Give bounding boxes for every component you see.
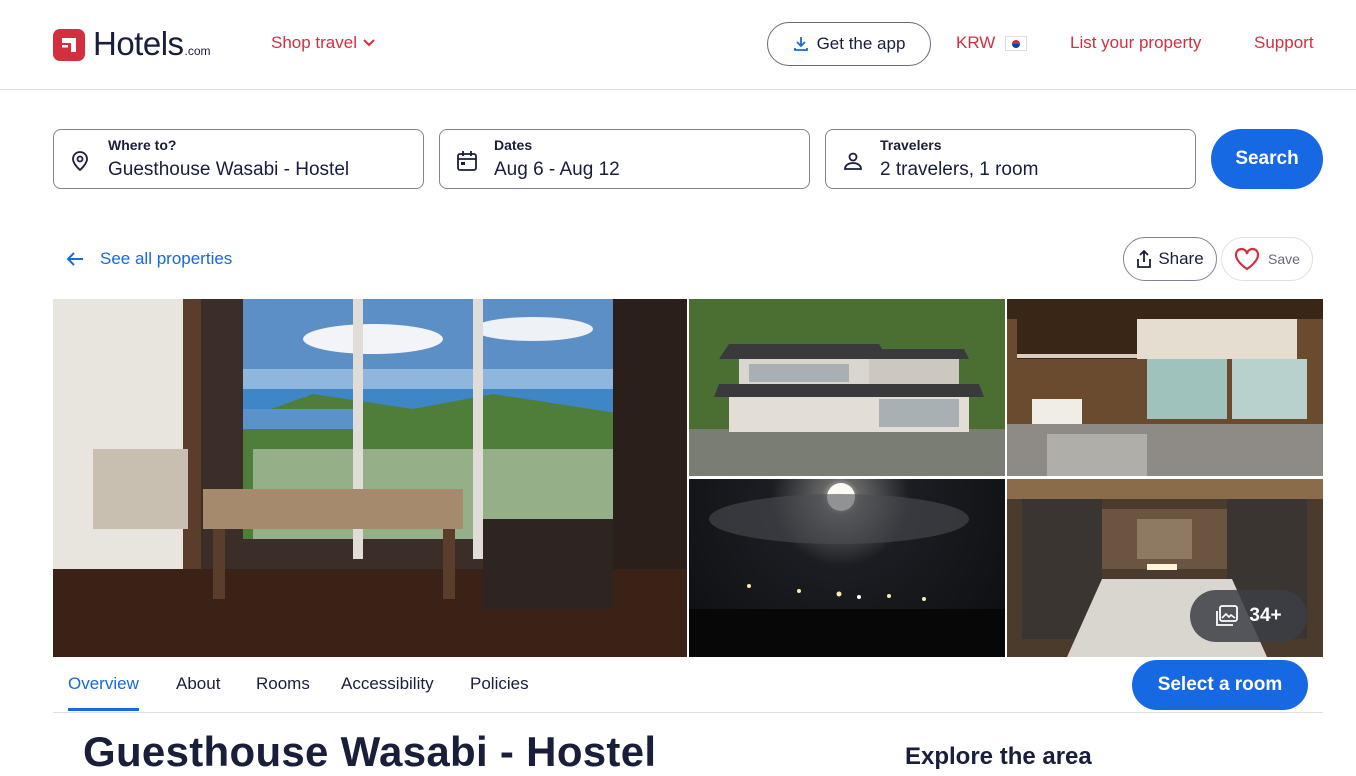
logo-text: Hotels [93,25,184,62]
map-pin-icon [72,151,88,172]
arrow-left-icon [66,252,83,266]
currency-selector[interactable]: KRW [956,33,1028,53]
property-title: Guesthouse Wasabi - Hostel [83,728,657,775]
photo-kitchen[interactable] [1007,299,1323,476]
share-label: Share [1158,249,1204,268]
select-a-room-button[interactable]: Select a room [1132,660,1308,710]
travelers-value: 2 travelers, 1 room [880,159,1039,180]
see-all-properties-label: See all properties [100,249,233,268]
list-your-property-link[interactable]: List your property [1070,33,1201,53]
shop-travel-label: Shop travel [271,33,357,52]
hotels-logo[interactable]: Hotels .com [53,27,211,61]
dates-label: Dates [494,137,533,153]
explore-area-heading: Explore the area [905,743,1092,770]
download-icon [793,37,808,51]
share-icon [1137,250,1152,268]
view-all-photos-button[interactable]: 34+ [1190,590,1307,642]
top-header: Hotels .com Shop travel Get the app KRW … [0,0,1356,90]
destination-field[interactable]: Where to? Guesthouse Wasabi - Hostel [53,129,424,189]
photo-night-view[interactable] [689,479,1005,657]
support-link[interactable]: Support [1254,33,1314,53]
currency-label: KRW [956,33,996,52]
tab-about[interactable]: About [176,674,220,708]
photo-house-exterior[interactable] [689,299,1005,476]
save-label: Save [1268,251,1300,267]
travelers-field[interactable]: Travelers 2 travelers, 1 room [825,129,1196,189]
get-the-app-label: Get the app [816,34,906,53]
person-icon [844,152,862,170]
save-button[interactable]: Save [1221,237,1313,281]
travelers-label: Travelers [880,137,942,153]
heart-icon [1234,247,1260,271]
see-all-properties-link[interactable]: See all properties [66,249,232,269]
chevron-down-icon [363,39,375,47]
dates-field[interactable]: Dates Aug 6 - Aug 12 [439,129,810,189]
korea-flag-icon [1005,35,1028,51]
share-button[interactable]: Share [1123,237,1217,281]
tab-accessibility[interactable]: Accessibility [341,674,434,708]
tab-policies[interactable]: Policies [470,674,529,708]
get-the-app-button[interactable]: Get the app [767,22,931,66]
calendar-icon [457,151,477,171]
dates-value: Aug 6 - Aug 12 [494,159,620,180]
tab-rooms[interactable]: Rooms [256,674,310,708]
photo-room-ocean-view[interactable] [53,299,687,657]
search-button[interactable]: Search [1211,129,1323,189]
shop-travel-menu[interactable]: Shop travel [271,33,375,53]
logo-suffix: .com [184,44,211,58]
photo-count: 34+ [1249,605,1282,626]
tab-overview[interactable]: Overview [68,674,139,711]
photo-gallery-icon [1216,605,1239,626]
destination-value: Guesthouse Wasabi - Hostel [108,159,350,180]
destination-label: Where to? [108,137,177,153]
hotels-logo-icon [53,29,85,61]
photo-gallery [53,299,1323,657]
